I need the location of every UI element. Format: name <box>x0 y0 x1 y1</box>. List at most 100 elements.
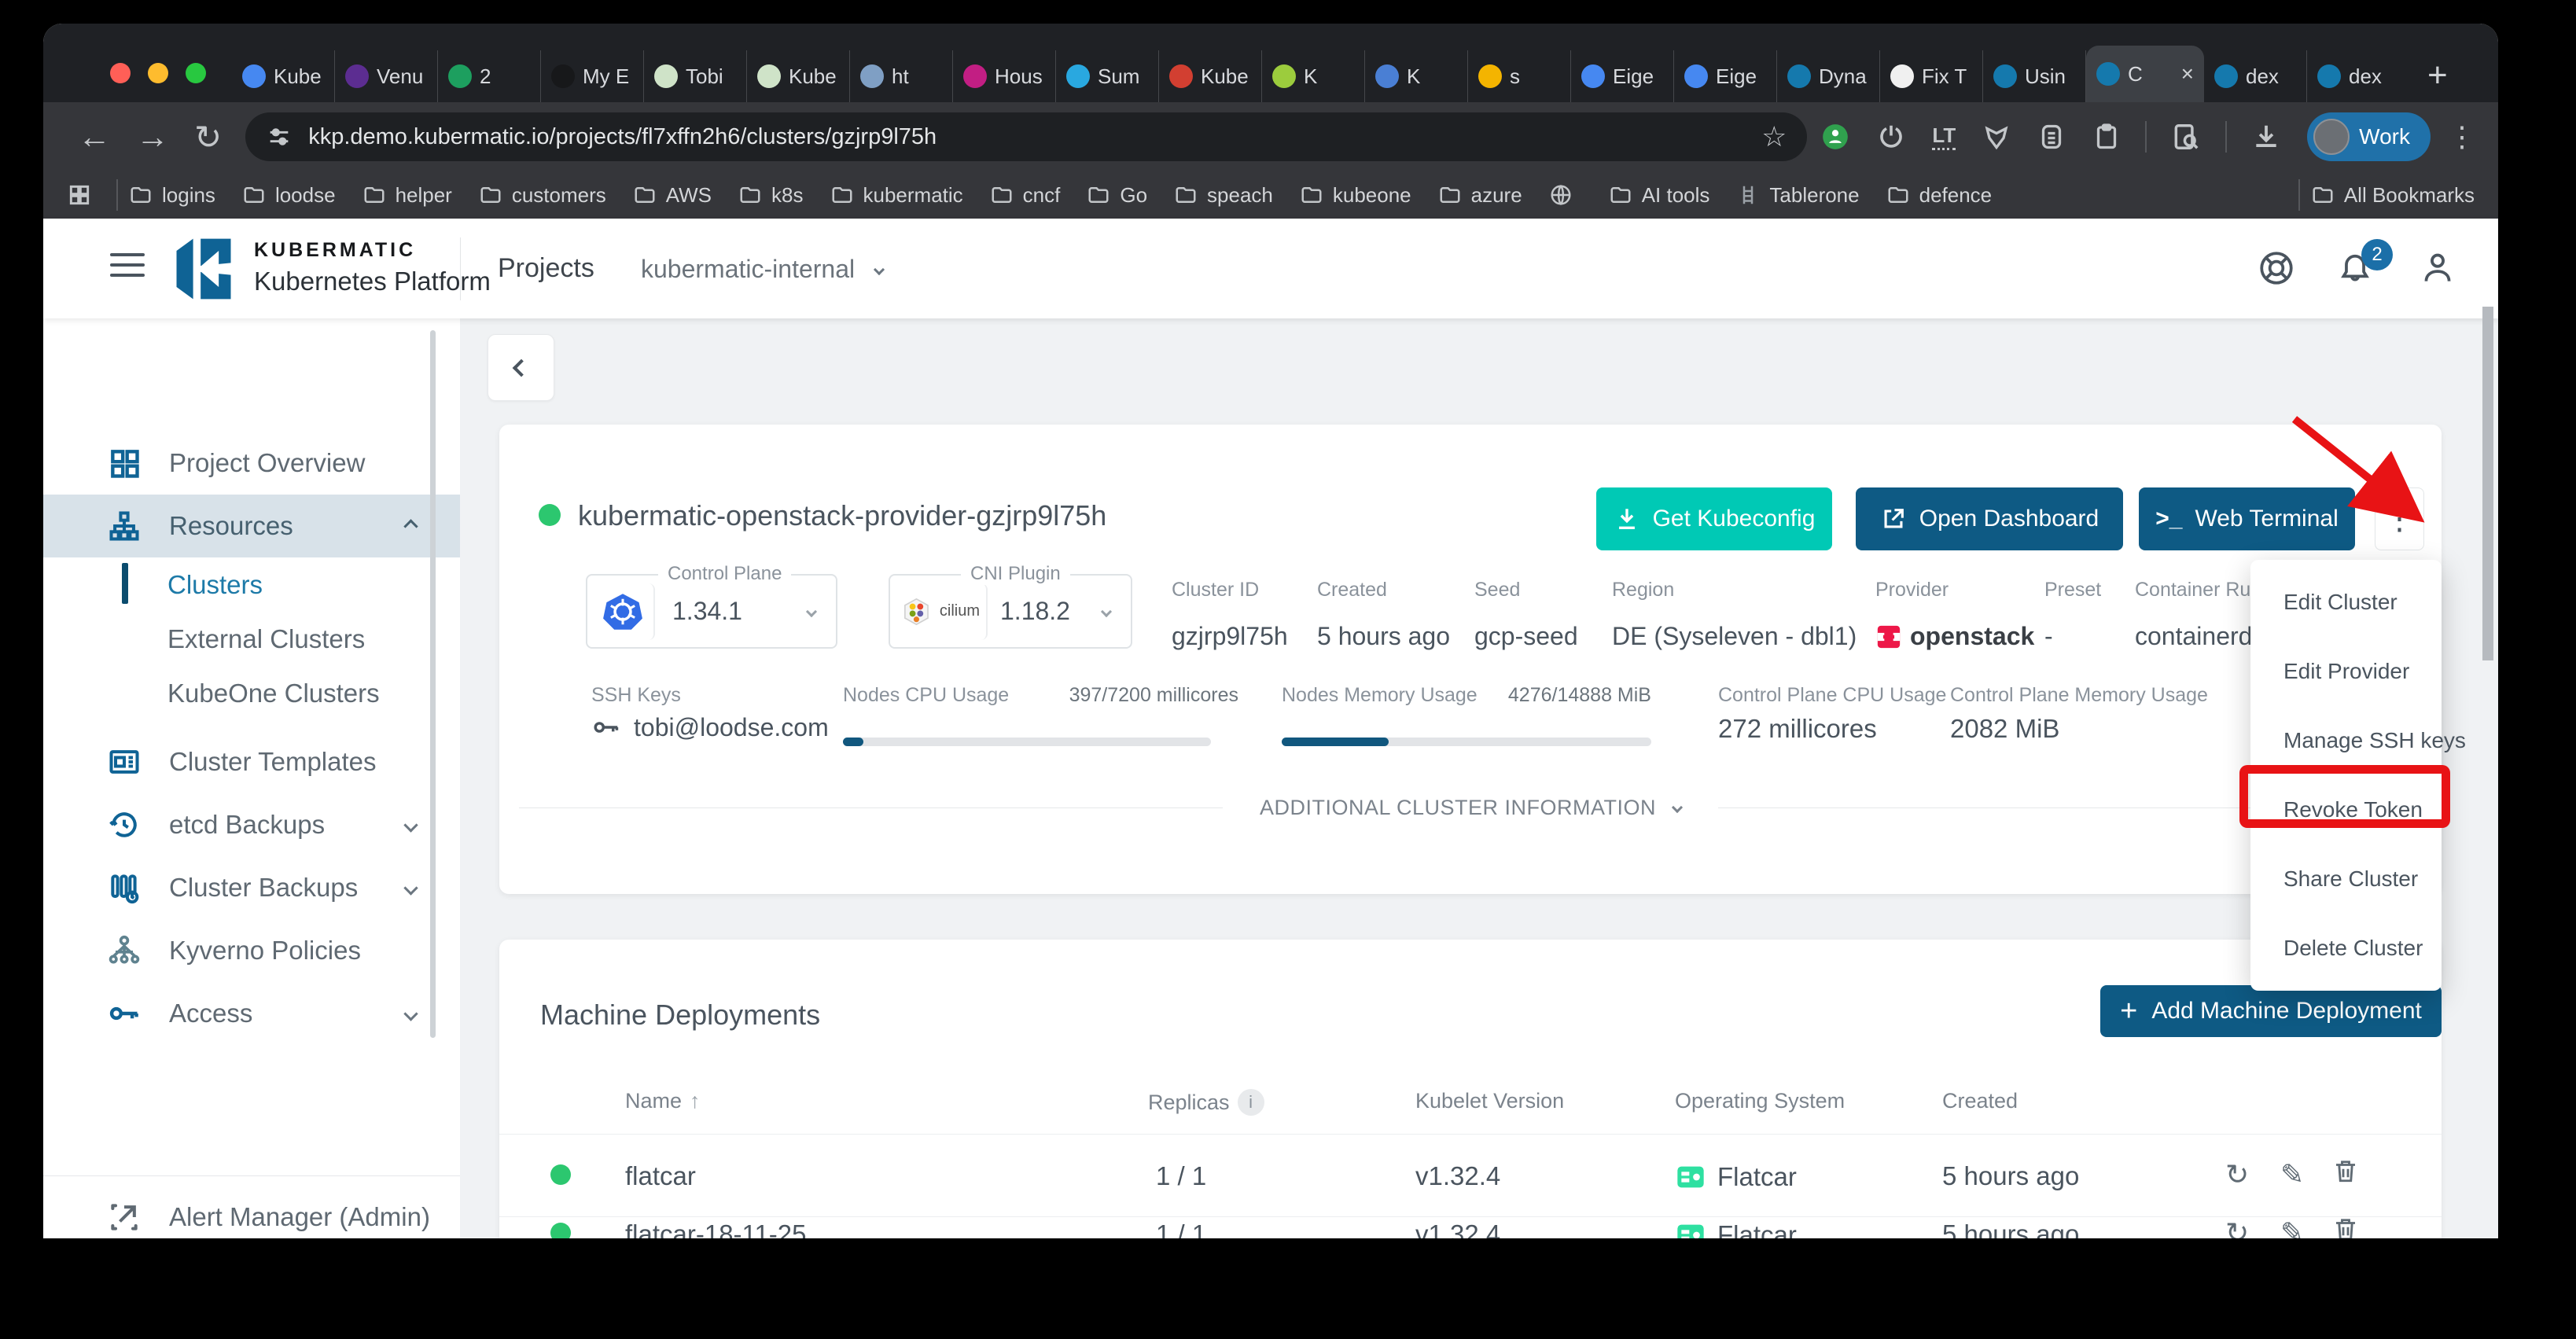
sidebar-item-kyverno-policies[interactable]: Kyverno Policies <box>43 920 460 981</box>
edit-icon[interactable]: ✎ <box>2280 1216 2304 1238</box>
delete-icon[interactable] <box>2331 1157 2360 1185</box>
extension-icon-green[interactable] <box>1820 122 1850 152</box>
profile-button[interactable]: Work <box>2307 112 2431 161</box>
menu-item-edit-cluster[interactable]: Edit Cluster <box>2250 568 2442 637</box>
browser-tab[interactable]: Kube <box>1159 50 1262 102</box>
browser-tab[interactable]: Kube <box>747 50 850 102</box>
back-button[interactable] <box>488 334 554 401</box>
find-in-page-icon[interactable] <box>2171 122 2201 152</box>
url-text[interactable]: kkp.demo.kubermatic.io/projects/fl7xffn2… <box>308 124 1761 150</box>
user-icon[interactable] <box>2418 248 2457 288</box>
maximize-window-button[interactable] <box>186 63 206 83</box>
restart-icon[interactable]: ↻ <box>2225 1158 2249 1191</box>
bookmark-folder[interactable]: kubermatic <box>830 183 963 208</box>
minimize-window-button[interactable] <box>148 63 168 83</box>
browser-tab[interactable]: Fix T <box>1880 50 1983 102</box>
menu-item-delete-cluster[interactable]: Delete Cluster <box>2250 914 2442 983</box>
delete-icon[interactable] <box>2331 1215 2360 1238</box>
browser-tab[interactable]: ht <box>850 50 953 102</box>
sidebar-item-kubeone-clusters[interactable]: KubeOne Clusters <box>167 679 380 708</box>
tab-close-icon[interactable]: × <box>2181 61 2194 86</box>
sidebar-scrollbar[interactable] <box>430 330 436 1038</box>
sidebar-item-resources[interactable]: Resources <box>43 495 460 557</box>
tune-icon[interactable] <box>266 123 293 150</box>
column-header-kubelet[interactable]: Kubelet Version <box>1415 1089 1564 1113</box>
control-plane-select[interactable]: Control Plane 1.34.1 <box>586 574 837 649</box>
forward-icon[interactable]: → <box>136 118 169 156</box>
chrome-menu-icon[interactable]: ⋮ <box>2448 120 2476 153</box>
browser-tab[interactable]: Dyna <box>1777 50 1880 102</box>
close-window-button[interactable] <box>110 63 131 83</box>
browser-tab[interactable]: Venu <box>335 50 438 102</box>
bookmark-folder[interactable]: cncf <box>990 183 1061 208</box>
fox-extension-icon[interactable] <box>1982 123 2011 151</box>
language-tool-extension-icon[interactable]: LT <box>1932 123 1956 150</box>
hamburger-menu-icon[interactable] <box>110 253 145 284</box>
clipboard-extension-icon[interactable] <box>2092 123 2121 151</box>
restart-icon[interactable]: ↻ <box>2225 1216 2249 1238</box>
browser-tab[interactable]: Sum <box>1056 50 1159 102</box>
browser-tab[interactable]: Eige <box>1674 50 1777 102</box>
project-selector[interactable]: kubermatic-internal <box>641 255 883 284</box>
browser-tab[interactable]: My E <box>541 50 644 102</box>
menu-item-edit-provider[interactable]: Edit Provider <box>2250 637 2442 706</box>
breadcrumb-projects[interactable]: Projects <box>498 253 594 284</box>
bookmark-folder[interactable]: customers <box>479 183 606 208</box>
browser-tab[interactable]: 2 <box>438 50 541 102</box>
add-machine-deployment-button[interactable]: + Add Machine Deployment <box>2100 985 2442 1037</box>
sidebar-item-clusters[interactable]: Clusters <box>167 570 263 600</box>
additional-cluster-info-toggle[interactable]: ADDITIONAL CLUSTER INFORMATION <box>1235 796 1706 820</box>
column-header-created[interactable]: Created <box>1942 1089 2018 1113</box>
bookmark-site[interactable]: Tablerone <box>1736 183 1859 208</box>
reload-icon[interactable]: ↻ <box>194 118 222 156</box>
browser-tab[interactable]: K <box>1365 50 1468 102</box>
browser-tab[interactable]: dex <box>2204 50 2307 102</box>
apps-grid-icon[interactable] <box>67 182 92 208</box>
bookmark-folder[interactable]: helper <box>362 183 452 208</box>
sidebar-item-external-clusters[interactable]: External Clusters <box>167 624 365 654</box>
browser-tab[interactable]: Tobi <box>644 50 747 102</box>
menu-item-share-cluster[interactable]: Share Cluster <box>2250 844 2442 914</box>
browser-tab[interactable]: K <box>1262 50 1365 102</box>
browser-tab[interactable]: s <box>1468 50 1571 102</box>
downloads-icon[interactable] <box>2251 122 2281 152</box>
sidebar-item-cluster-backups[interactable]: Cluster Backups <box>43 857 460 918</box>
sidebar-item-cluster-templates[interactable]: Cluster Templates <box>43 731 460 793</box>
browser-tab-active[interactable]: C× <box>2086 46 2204 102</box>
browser-tab[interactable]: Kube <box>232 50 335 102</box>
new-tab-button[interactable]: + <box>2427 58 2448 93</box>
browser-tab[interactable]: Eige <box>1571 50 1674 102</box>
sidebar-item-project-overview[interactable]: Project Overview <box>43 432 460 494</box>
browser-tab[interactable]: Usin <box>1983 50 2086 102</box>
bookmark-folder[interactable]: k8s <box>738 183 803 208</box>
address-bar[interactable]: kkp.demo.kubermatic.io/projects/fl7xffn2… <box>245 112 1807 161</box>
bookmark-folder[interactable]: logins <box>129 183 215 208</box>
edit-icon[interactable]: ✎ <box>2280 1158 2304 1191</box>
page-scrollbar[interactable] <box>2482 307 2493 660</box>
bookmark-folder[interactable]: Go <box>1087 183 1147 208</box>
ssh-key-entry[interactable]: tobi@loodse.com <box>591 712 829 742</box>
help-icon[interactable] <box>2257 248 2296 288</box>
column-header-name[interactable]: Name ↑ <box>625 1089 701 1113</box>
column-header-replicas[interactable]: Replicas i <box>1148 1089 1264 1116</box>
browser-tab[interactable]: Hous <box>953 50 1056 102</box>
bookmark-folder[interactable]: defence <box>1886 183 1993 208</box>
bookmark-folder[interactable]: kubeone <box>1300 183 1411 208</box>
bookmark-folder[interactable]: loodse <box>242 183 336 208</box>
bookmark-star-icon[interactable]: ☆ <box>1761 120 1787 153</box>
bookmark-folder[interactable]: AI tools <box>1609 183 1710 208</box>
all-bookmarks-button[interactable]: All Bookmarks <box>2311 183 2475 208</box>
power-extension-icon[interactable] <box>1877 123 1905 151</box>
back-icon[interactable]: ← <box>78 118 111 156</box>
sidebar-item-etcd-backups[interactable]: etcd Backups <box>43 794 460 855</box>
bookmark-folder[interactable]: AWS <box>633 183 712 208</box>
get-kubeconfig-button[interactable]: Get Kubeconfig <box>1596 487 1832 550</box>
sidebar-item-access[interactable]: Access <box>43 983 460 1044</box>
reading-list-extension-icon[interactable] <box>2037 123 2066 151</box>
sidebar-item-alert-manager[interactable]: Alert Manager (Admin) <box>43 1186 460 1238</box>
open-dashboard-button[interactable]: Open Dashboard <box>1856 487 2123 550</box>
bookmark-folder[interactable]: speach <box>1174 183 1273 208</box>
bookmark-folder[interactable]: azure <box>1438 183 1522 208</box>
column-header-os[interactable]: Operating System <box>1675 1089 1845 1113</box>
browser-tab[interactable]: dex <box>2307 50 2410 102</box>
